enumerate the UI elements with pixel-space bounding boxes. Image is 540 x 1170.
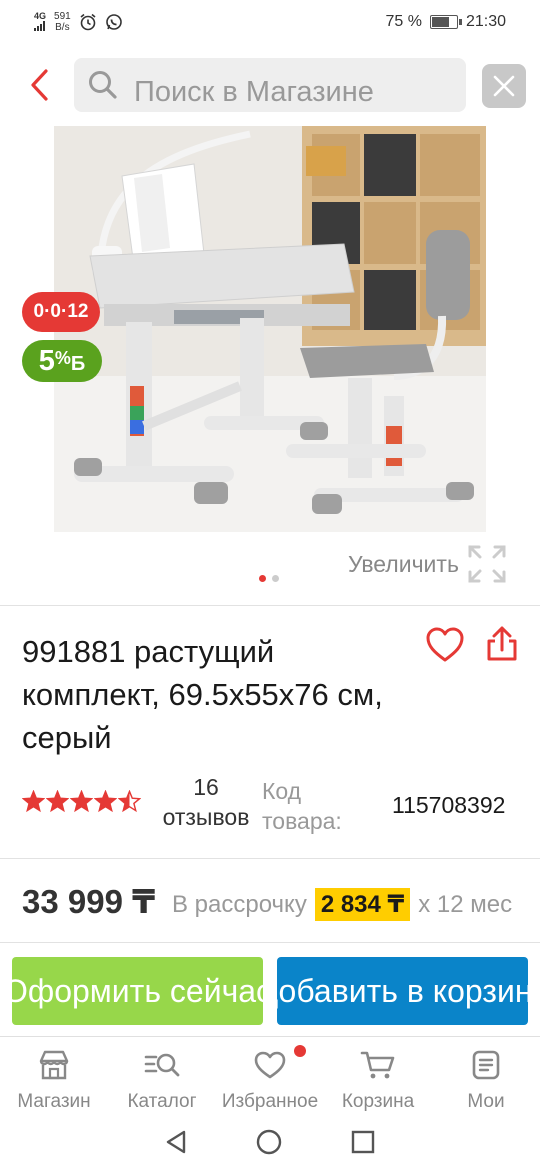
reviews-label: отзывов xyxy=(162,804,250,830)
divider xyxy=(0,858,540,859)
zoom-button[interactable]: Увеличить xyxy=(348,544,507,584)
tab-catalog[interactable]: Каталог xyxy=(108,1037,216,1116)
add-to-cart-button[interactable]: Добавить в корзину xyxy=(277,957,528,1025)
search-box[interactable] xyxy=(74,58,466,112)
back-button[interactable] xyxy=(22,62,56,108)
alarm-icon xyxy=(80,13,96,31)
whatsapp-icon xyxy=(105,14,122,30)
clock: 21:30 xyxy=(465,13,506,30)
installment-info: В рассрочку 2 834 ₸ x 12 мес xyxy=(172,888,512,921)
signal-icon xyxy=(34,20,45,31)
installment-badge: 0·0·12 xyxy=(22,292,100,332)
heart-icon xyxy=(254,1051,286,1079)
battery-level xyxy=(431,17,450,27)
status-right: 75 % 21:30 xyxy=(385,13,506,31)
divider xyxy=(0,605,540,606)
nav-back-button[interactable] xyxy=(164,1129,188,1160)
pagination-dot[interactable] xyxy=(272,575,279,582)
search-input[interactable] xyxy=(134,75,454,109)
circle-home-icon xyxy=(256,1129,282,1154)
tab-cart[interactable]: Корзина xyxy=(324,1037,432,1116)
installment-term: x 12 мес xyxy=(418,890,513,918)
system-navigation xyxy=(0,1118,540,1170)
tab-label: Магазин xyxy=(17,1091,91,1112)
expand-icon xyxy=(468,545,506,583)
tab-label: Избранное xyxy=(221,1091,319,1112)
product-photo xyxy=(54,126,486,532)
bonus-letter: Б xyxy=(70,352,86,375)
favorites-notification-dot xyxy=(294,1045,306,1057)
reviews-link[interactable]: 16 отзывов xyxy=(152,772,260,832)
star-icon xyxy=(70,790,93,813)
tab-favorites[interactable]: Избранное xyxy=(216,1037,324,1116)
battery-percent: 75 % xyxy=(385,13,422,30)
star-icon xyxy=(22,790,45,813)
star-icon xyxy=(94,790,117,813)
share-button[interactable] xyxy=(484,624,520,664)
nav-recents-button[interactable] xyxy=(350,1129,376,1160)
tab-shop[interactable]: Магазин xyxy=(0,1037,108,1116)
heart-outline-icon xyxy=(426,627,464,662)
gallery-pagination xyxy=(259,575,279,582)
network-indicator: 4G xyxy=(34,11,46,33)
installment-amount: 2 834 ₸ xyxy=(314,888,411,921)
bonus-value: 5 xyxy=(38,344,55,377)
status-bar: 4G 591 B/s 75 % 21:30 xyxy=(0,0,540,44)
favorite-button[interactable] xyxy=(424,624,466,666)
pagination-dot[interactable] xyxy=(259,575,266,582)
chevron-left-icon xyxy=(31,69,48,101)
shop-icon xyxy=(39,1050,69,1080)
nav-home-button[interactable] xyxy=(255,1128,283,1161)
close-icon xyxy=(493,75,515,97)
bonus-badge: 5% Б xyxy=(22,340,102,382)
checkout-label: Оформить сейчас xyxy=(12,972,263,1009)
bonus-percent: % xyxy=(54,347,71,368)
product-code-value: 115708392 xyxy=(392,792,506,818)
square-recents-icon xyxy=(352,1130,375,1153)
bottom-tab-bar: Магазин Каталог Избранное Корзина Мои xyxy=(0,1036,540,1116)
share-icon xyxy=(487,626,517,661)
search-icon xyxy=(89,71,117,99)
orders-icon xyxy=(472,1050,500,1080)
catalog-search-icon xyxy=(144,1053,180,1077)
tab-label: Каталог xyxy=(127,1091,197,1112)
close-button[interactable] xyxy=(482,64,526,108)
tab-my[interactable]: Мои xyxy=(432,1037,540,1116)
battery-icon xyxy=(429,15,462,29)
installment-label: В рассрочку xyxy=(172,890,307,918)
add-to-cart-label: Добавить в корзину xyxy=(277,972,528,1009)
divider xyxy=(0,942,540,943)
rating-stars xyxy=(22,790,141,813)
status-left: 4G 591 B/s xyxy=(34,11,123,33)
reviews-count: 16 xyxy=(193,774,219,800)
star-icon xyxy=(46,790,69,813)
triangle-back-icon xyxy=(166,1130,185,1153)
product-code-label: Код товара: xyxy=(262,778,342,834)
checkout-now-button[interactable]: Оформить сейчас xyxy=(12,957,263,1025)
tab-label: Мои xyxy=(467,1091,505,1112)
product-price: 33 999 ₸ xyxy=(22,883,156,920)
network-speed: 591 B/s xyxy=(54,11,71,33)
star-icon xyxy=(118,790,141,813)
cart-icon xyxy=(360,1051,395,1079)
tab-label: Корзина xyxy=(341,1091,415,1112)
product-image[interactable] xyxy=(54,126,486,532)
zoom-label: Увеличить xyxy=(348,550,459,577)
product-title: 991881 растущий комплект, 69.5x55x76 см,… xyxy=(22,634,383,755)
